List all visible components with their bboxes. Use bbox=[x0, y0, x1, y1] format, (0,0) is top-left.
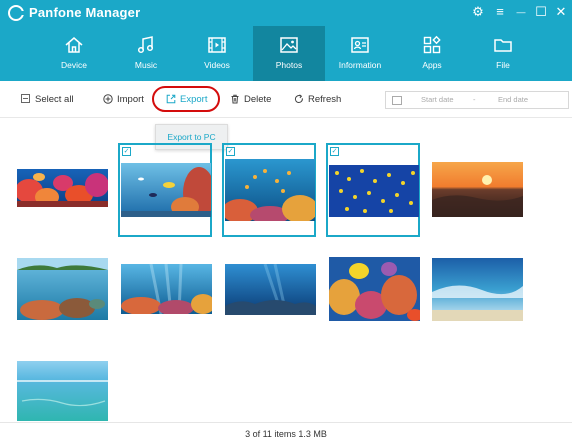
date-range-filter[interactable]: Start date - End date bbox=[385, 91, 569, 109]
trash-icon bbox=[231, 95, 239, 104]
contact-card-icon bbox=[351, 37, 369, 53]
photo-island-split bbox=[17, 258, 108, 320]
title-bar: Panfone Manager ⚙ ≡ — ☐ ✕ bbox=[0, 0, 572, 26]
selection-status: 3 of 11 items 1.3 MB bbox=[245, 429, 327, 439]
photo-reef-sunrays bbox=[121, 264, 212, 314]
home-icon bbox=[65, 37, 83, 53]
photo-tile[interactable] bbox=[14, 143, 108, 237]
photo-tile[interactable] bbox=[118, 245, 212, 339]
photo-tile-selected[interactable]: ✓ bbox=[326, 143, 420, 237]
checkbox-checked-icon[interactable]: ✓ bbox=[330, 147, 339, 156]
photo-ocean-sunset bbox=[432, 162, 523, 217]
photo-ocean-wave bbox=[432, 258, 523, 321]
nav-item-file[interactable]: File bbox=[467, 26, 539, 81]
nav-item-videos[interactable]: Videos bbox=[181, 26, 253, 81]
delete-button[interactable]: Delete bbox=[230, 81, 271, 118]
select-all-checkbox-icon[interactable] bbox=[21, 93, 30, 103]
import-button[interactable]: Import bbox=[103, 81, 144, 118]
photo-coral-reef bbox=[17, 169, 108, 207]
checkbox-checked-icon[interactable]: ✓ bbox=[226, 147, 235, 156]
settings-icon[interactable]: ⚙ bbox=[470, 4, 486, 20]
status-bar: 3 of 11 items 1.3 MB bbox=[0, 422, 572, 445]
nav-item-device[interactable]: Device bbox=[38, 26, 110, 81]
menu-icon[interactable]: ≡ bbox=[492, 4, 508, 20]
nav-label: Device bbox=[61, 60, 87, 70]
nav-item-photos[interactable]: Photos bbox=[253, 26, 325, 81]
plus-circle-icon bbox=[103, 94, 113, 105]
minimize-icon[interactable]: — bbox=[513, 4, 529, 20]
film-icon bbox=[208, 37, 226, 53]
photo-reef-fish bbox=[121, 163, 211, 217]
date-separator: - bbox=[473, 95, 476, 104]
import-label: Import bbox=[117, 94, 144, 105]
photo-tile[interactable] bbox=[14, 245, 108, 339]
start-date-field[interactable]: Start date bbox=[421, 95, 454, 104]
photo-tile-selected[interactable]: ✓ bbox=[118, 143, 212, 237]
apps-icon bbox=[423, 35, 441, 54]
refresh-icon bbox=[294, 94, 303, 104]
app-title: Panfone Manager bbox=[29, 5, 141, 20]
app-logo-icon bbox=[8, 5, 25, 21]
nav-label: Music bbox=[134, 60, 158, 70]
nav-label: Apps bbox=[422, 60, 442, 70]
photo-yellow-fish-school bbox=[329, 165, 419, 217]
delete-label: Delete bbox=[244, 94, 272, 105]
photo-tile-selected[interactable]: ✓ bbox=[222, 143, 316, 237]
photo-tile[interactable] bbox=[222, 245, 316, 339]
refresh-label: Refresh bbox=[308, 94, 342, 105]
close-icon[interactable]: ✕ bbox=[553, 4, 569, 20]
select-all-label: Select all bbox=[35, 94, 74, 105]
photo-tropical-shallows bbox=[17, 361, 108, 421]
folder-icon bbox=[494, 39, 512, 52]
checkbox-checked-icon[interactable]: ✓ bbox=[122, 147, 131, 156]
nav-label: Photos bbox=[275, 60, 303, 70]
photo-tile[interactable] bbox=[326, 245, 420, 339]
end-date-field[interactable]: End date bbox=[498, 95, 528, 104]
photo-coral-fish-school bbox=[225, 159, 315, 221]
refresh-button[interactable]: Refresh bbox=[294, 81, 341, 118]
maximize-icon[interactable]: ☐ bbox=[533, 4, 549, 20]
calendar-icon[interactable] bbox=[392, 96, 402, 105]
nav-item-music[interactable]: Music bbox=[110, 26, 182, 81]
music-icon bbox=[137, 36, 154, 54]
nav-item-information[interactable]: Information bbox=[324, 26, 396, 81]
nav-item-apps[interactable]: Apps bbox=[396, 26, 468, 81]
photo-colorful-coral bbox=[329, 257, 420, 321]
photo-deep-blue-reef bbox=[225, 264, 316, 315]
select-all-button[interactable]: Select all bbox=[21, 81, 74, 118]
photo-tile[interactable] bbox=[430, 245, 524, 339]
nav-label: Videos bbox=[204, 60, 230, 70]
nav-label: Information bbox=[338, 60, 382, 70]
image-icon bbox=[280, 37, 298, 53]
export-highlight-ring bbox=[152, 86, 220, 112]
main-nav: Device Music Videos Photos Information A… bbox=[0, 26, 572, 81]
photo-tile[interactable] bbox=[430, 143, 524, 237]
nav-label: File bbox=[496, 60, 510, 70]
